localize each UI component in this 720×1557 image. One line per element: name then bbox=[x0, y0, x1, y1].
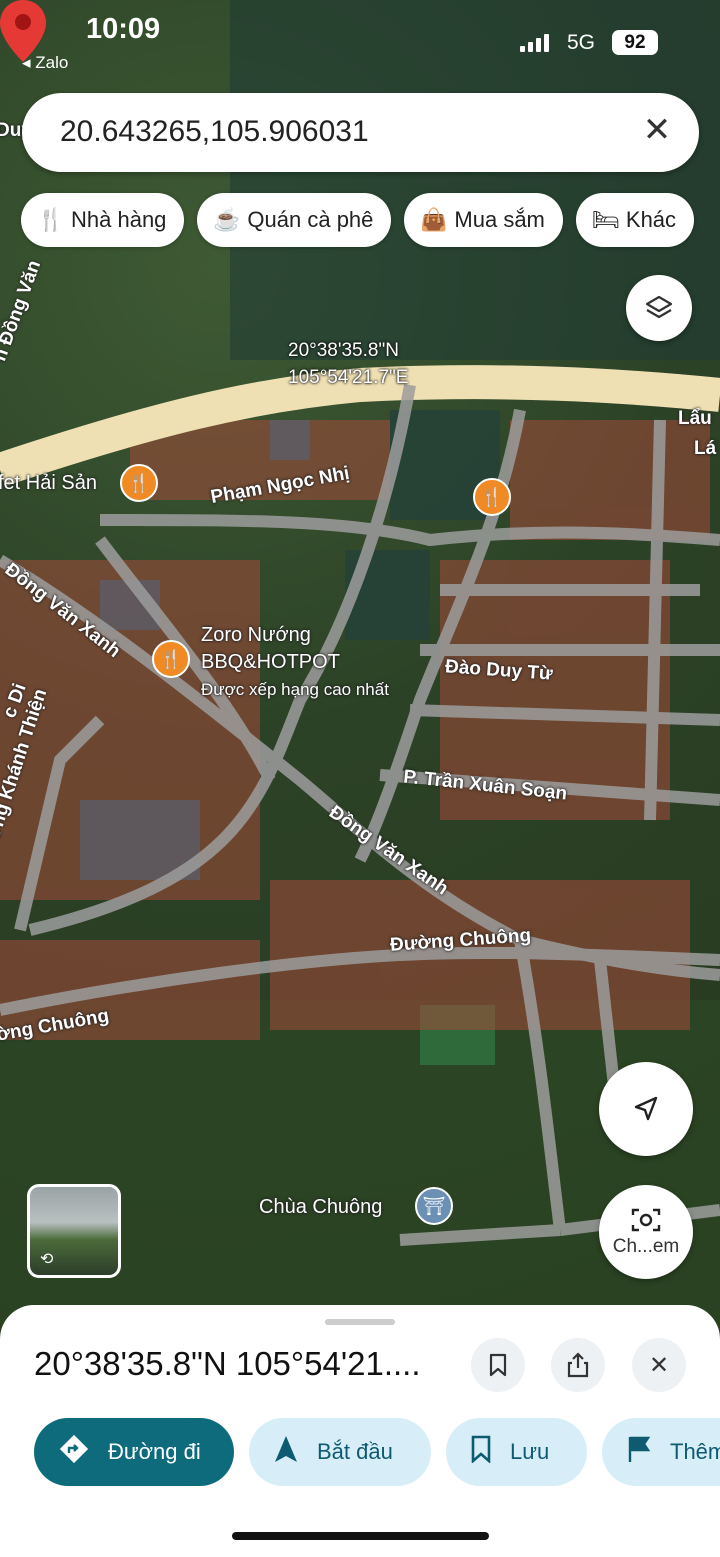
my-location-button[interactable] bbox=[599, 1062, 693, 1156]
chip-restaurants[interactable]: 🍴 Nhà hàng bbox=[21, 193, 185, 247]
search-bar[interactable]: 20.643265,105.906031 ✕ bbox=[22, 93, 699, 172]
clear-search-icon[interactable]: ✕ bbox=[639, 112, 675, 148]
place-title: 20°38'35.8"N 105°54'21.... bbox=[34, 1345, 421, 1382]
chip-label: Quán cà phê bbox=[247, 207, 374, 232]
street-label: Lẩu bbox=[678, 408, 712, 429]
pin-lng: 105°54'21.7"E bbox=[288, 367, 409, 388]
home-indicator bbox=[232, 1532, 489, 1540]
back-to-app-link[interactable]: ◂ Zalo bbox=[22, 53, 68, 73]
directions-button[interactable]: Đường đi bbox=[34, 1418, 234, 1486]
bookmark-icon bbox=[489, 1353, 507, 1377]
poi-label[interactable]: Chùa Chuông bbox=[259, 1194, 382, 1221]
lens-label: Ch...em bbox=[612, 1236, 680, 1257]
camera-lens-icon bbox=[631, 1208, 661, 1232]
street-view-thumbnail[interactable]: ⟲ bbox=[27, 1184, 121, 1278]
network-type: 5G bbox=[567, 31, 596, 54]
poi-name: Zoro Nướng bbox=[201, 624, 311, 646]
directions-icon bbox=[58, 1433, 90, 1472]
signal-icon bbox=[520, 34, 549, 52]
clock: 10:09 bbox=[86, 13, 161, 45]
layers-button[interactable] bbox=[626, 275, 692, 341]
navigation-arrow-icon bbox=[634, 1096, 658, 1121]
rotate-360-icon: ⟲ bbox=[40, 1251, 54, 1268]
coffee-icon: ☕ bbox=[213, 207, 241, 232]
save-button[interactable]: Lưu bbox=[446, 1418, 587, 1486]
save-label: Lưu bbox=[510, 1439, 550, 1464]
directions-label: Đường đi bbox=[108, 1439, 201, 1464]
poi-label[interactable]: fet Hải Sản bbox=[0, 470, 97, 497]
category-chips: 🍴 Nhà hàng ☕ Quán cà phê 👜 Mua sắm 🛏 Khá… bbox=[21, 193, 695, 247]
chip-shopping[interactable]: 👜 Mua sắm bbox=[404, 193, 563, 247]
place-sheet[interactable]: 20°38'35.8"N 105°54'21.... ✕ Đường đi Bắ… bbox=[0, 1305, 720, 1557]
share-icon bbox=[567, 1352, 589, 1378]
status-bar: 10:09 ◂ Zalo 5G 92 bbox=[0, 0, 720, 80]
pin-coordinates: 20°38'35.8"N 105°54'21.7"E bbox=[288, 337, 408, 391]
poi-name-line2: BBQ&HOTPOT bbox=[201, 651, 340, 673]
add-label-button[interactable]: Thêm bbox=[602, 1418, 720, 1486]
poi-rating-note: Được xếp hạng cao nhất bbox=[201, 680, 389, 699]
battery-icon: 92 bbox=[612, 30, 658, 55]
chip-label: Khác bbox=[625, 207, 677, 232]
fork-knife-icon: 🍴 bbox=[37, 207, 65, 232]
restaurant-poi-icon[interactable]: 🍴 bbox=[120, 464, 158, 502]
shopping-bag-icon: 👜 bbox=[420, 207, 448, 232]
bed-icon: 🛏 bbox=[591, 207, 620, 232]
save-bookmark-button[interactable] bbox=[471, 1338, 525, 1392]
temple-poi-icon[interactable]: ⛩ bbox=[415, 1187, 453, 1225]
restaurant-poi-icon[interactable]: 🍴 bbox=[473, 478, 511, 516]
chip-label: Mua sắm bbox=[454, 207, 545, 232]
layers-icon bbox=[645, 295, 673, 319]
chip-label: Nhà hàng bbox=[71, 207, 167, 232]
close-sheet-button[interactable]: ✕ bbox=[632, 1338, 686, 1392]
pin-lat: 20°38'35.8"N bbox=[288, 340, 399, 361]
start-button[interactable]: Bắt đầu bbox=[249, 1418, 431, 1486]
chip-hotels[interactable]: 🛏 Khác bbox=[575, 193, 695, 247]
chip-coffee[interactable]: ☕ Quán cà phê bbox=[197, 193, 392, 247]
navigation-arrow-icon bbox=[273, 1434, 299, 1471]
share-button[interactable] bbox=[551, 1338, 605, 1392]
poi-label[interactable]: Zoro Nướng BBQ&HOTPOT Được xếp hạng cao … bbox=[201, 622, 389, 703]
bookmark-icon bbox=[470, 1435, 492, 1470]
flag-icon bbox=[626, 1435, 652, 1470]
sheet-drag-handle[interactable] bbox=[325, 1319, 395, 1325]
action-row: Đường đi Bắt đầu Lưu Thêm bbox=[34, 1418, 720, 1486]
restaurant-poi-icon[interactable]: 🍴 bbox=[152, 640, 190, 678]
search-input[interactable]: 20.643265,105.906031 bbox=[60, 115, 369, 149]
close-icon: ✕ bbox=[648, 1351, 670, 1379]
street-label: Lá bbox=[694, 438, 717, 459]
lens-button[interactable]: Ch...em bbox=[599, 1185, 693, 1279]
start-label: Bắt đầu bbox=[317, 1439, 393, 1464]
add-label-label: Thêm bbox=[670, 1439, 720, 1464]
